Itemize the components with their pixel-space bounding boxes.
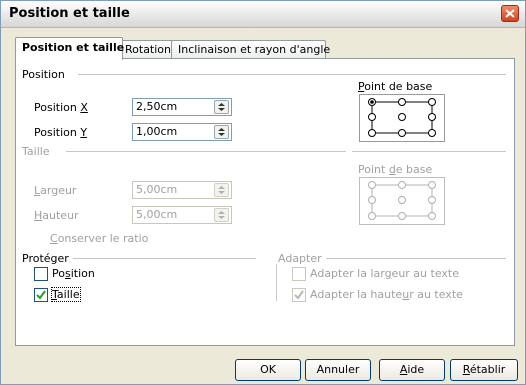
position-y-spinfield[interactable]: 1,00cm bbox=[132, 123, 232, 141]
size-base-point-selector[interactable] bbox=[359, 177, 445, 225]
cancel-button[interactable]: Annuler bbox=[305, 359, 371, 381]
size-base-point-label: Point de base bbox=[358, 163, 433, 176]
fit-width-checkbox[interactable] bbox=[292, 267, 306, 281]
width-label: Largeur bbox=[34, 184, 77, 197]
size-group-rule bbox=[66, 151, 346, 152]
height-spin-button[interactable] bbox=[214, 208, 229, 222]
close-icon bbox=[505, 9, 515, 18]
position-y-spin-button[interactable] bbox=[214, 125, 229, 139]
position-base-point-selector[interactable] bbox=[359, 94, 445, 142]
adapt-group-divider bbox=[276, 264, 277, 301]
fit-width-label[interactable]: Adapter la largeur au texte bbox=[310, 267, 459, 280]
ok-button[interactable]: OK bbox=[235, 359, 301, 381]
spin-arrows-icon bbox=[218, 186, 225, 194]
position-base-point-label: Point de base bbox=[358, 80, 433, 93]
close-button[interactable] bbox=[501, 5, 519, 22]
fit-height-checkbox[interactable] bbox=[292, 288, 306, 302]
position-group-rule bbox=[78, 74, 506, 75]
position-y-label: Position Y bbox=[34, 126, 88, 139]
window-title: Position et taille bbox=[9, 6, 130, 21]
base-point-grid-icon bbox=[368, 181, 436, 220]
help-button[interactable]: Aide bbox=[379, 359, 445, 381]
protect-position-checkbox[interactable] bbox=[34, 267, 48, 281]
reset-button[interactable]: Rétablir bbox=[450, 359, 518, 381]
fit-height-label[interactable]: Adapter la hauteur au texte bbox=[310, 288, 463, 301]
title-bar[interactable]: Position et taille bbox=[1, 1, 525, 28]
protect-size-label[interactable]: Taille bbox=[51, 287, 81, 302]
position-x-spinfield[interactable]: 2,50cm bbox=[132, 98, 232, 116]
keep-ratio-label[interactable]: Conserver le ratio bbox=[50, 232, 148, 245]
protect-group-rule bbox=[72, 258, 256, 259]
tab-slant-corner-radius[interactable]: Inclinaison et rayon d'angle bbox=[171, 40, 330, 59]
spin-arrows-icon bbox=[218, 103, 225, 111]
base-point-grid-icon bbox=[368, 98, 436, 137]
height-label: Hauteur bbox=[34, 209, 79, 222]
size-group-label: Taille bbox=[22, 145, 54, 158]
protect-size-checkbox[interactable] bbox=[34, 288, 48, 302]
size-group-rule-right bbox=[352, 151, 506, 152]
spin-arrows-icon bbox=[218, 211, 225, 219]
checkmark-icon bbox=[294, 290, 304, 300]
dialog-window: Position et taille Position et taille Ro… bbox=[0, 0, 526, 385]
height-spinfield[interactable]: 5,00cm bbox=[132, 206, 232, 224]
width-spinfield[interactable]: 5,00cm bbox=[132, 181, 232, 199]
protect-position-label[interactable]: Position bbox=[52, 267, 95, 280]
adapt-group-label: Adapter bbox=[278, 252, 326, 265]
checkmark-icon bbox=[36, 290, 46, 300]
position-x-spin-button[interactable] bbox=[214, 100, 229, 114]
protect-group-label: Protéger bbox=[22, 252, 73, 265]
tab-rotation[interactable]: Rotation bbox=[118, 40, 178, 59]
spin-arrows-icon bbox=[218, 128, 225, 136]
position-group-label: Position bbox=[22, 68, 69, 81]
width-spin-button[interactable] bbox=[214, 183, 229, 197]
tab-panel: Position Position X 2,50cm Position Y 1,… bbox=[15, 58, 515, 346]
tab-position-size[interactable]: Position et taille bbox=[15, 37, 124, 60]
adapt-group-rule bbox=[322, 258, 506, 259]
position-x-label: Position X bbox=[34, 101, 88, 114]
